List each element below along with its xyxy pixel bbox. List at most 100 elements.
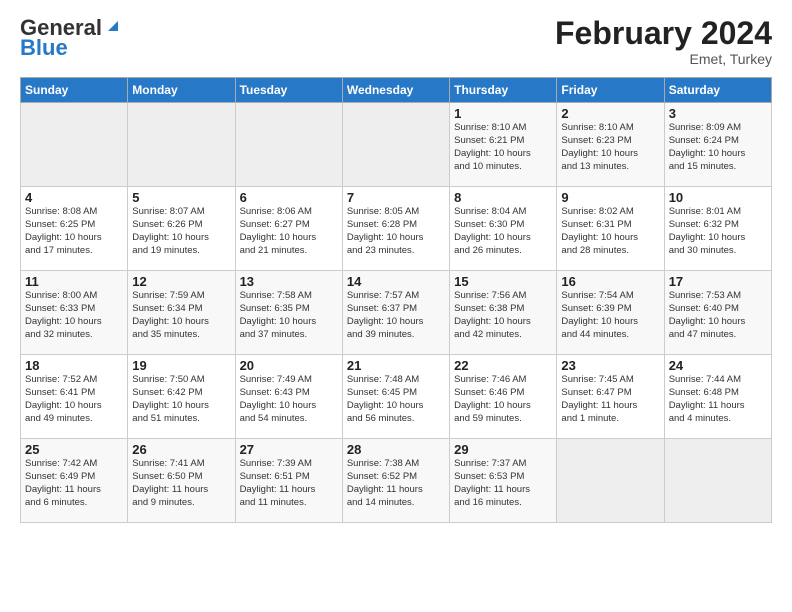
day-number: 20: [240, 358, 338, 373]
calendar-cell: 12Sunrise: 7:59 AM Sunset: 6:34 PM Dayli…: [128, 271, 235, 355]
calendar-cell: 27Sunrise: 7:39 AM Sunset: 6:51 PM Dayli…: [235, 439, 342, 523]
calendar-cell: [664, 439, 771, 523]
month-title: February 2024: [555, 16, 772, 51]
day-info: Sunrise: 8:06 AM Sunset: 6:27 PM Dayligh…: [240, 206, 338, 257]
calendar-cell: 20Sunrise: 7:49 AM Sunset: 6:43 PM Dayli…: [235, 355, 342, 439]
day-info: Sunrise: 7:52 AM Sunset: 6:41 PM Dayligh…: [25, 374, 123, 425]
calendar-cell: 16Sunrise: 7:54 AM Sunset: 6:39 PM Dayli…: [557, 271, 664, 355]
calendar-cell: 13Sunrise: 7:58 AM Sunset: 6:35 PM Dayli…: [235, 271, 342, 355]
calendar-cell: 21Sunrise: 7:48 AM Sunset: 6:45 PM Dayli…: [342, 355, 449, 439]
day-number: 26: [132, 442, 230, 457]
calendar-cell: 3Sunrise: 8:09 AM Sunset: 6:24 PM Daylig…: [664, 103, 771, 187]
calendar-cell: [128, 103, 235, 187]
calendar-cell: 11Sunrise: 8:00 AM Sunset: 6:33 PM Dayli…: [21, 271, 128, 355]
calendar-week-row: 4Sunrise: 8:08 AM Sunset: 6:25 PM Daylig…: [21, 187, 772, 271]
day-number: 14: [347, 274, 445, 289]
day-number: 15: [454, 274, 552, 289]
day-number: 17: [669, 274, 767, 289]
day-info: Sunrise: 7:38 AM Sunset: 6:52 PM Dayligh…: [347, 458, 445, 509]
day-info: Sunrise: 7:48 AM Sunset: 6:45 PM Dayligh…: [347, 374, 445, 425]
calendar-cell: 17Sunrise: 7:53 AM Sunset: 6:40 PM Dayli…: [664, 271, 771, 355]
calendar-cell: 23Sunrise: 7:45 AM Sunset: 6:47 PM Dayli…: [557, 355, 664, 439]
day-info: Sunrise: 8:00 AM Sunset: 6:33 PM Dayligh…: [25, 290, 123, 341]
header: General Blue February 2024 Emet, Turkey: [20, 16, 772, 67]
day-info: Sunrise: 7:42 AM Sunset: 6:49 PM Dayligh…: [25, 458, 123, 509]
weekday-header: Tuesday: [235, 78, 342, 103]
day-number: 5: [132, 190, 230, 205]
calendar-cell: 5Sunrise: 8:07 AM Sunset: 6:26 PM Daylig…: [128, 187, 235, 271]
day-number: 18: [25, 358, 123, 373]
day-number: 21: [347, 358, 445, 373]
day-number: 25: [25, 442, 123, 457]
calendar-cell: 9Sunrise: 8:02 AM Sunset: 6:31 PM Daylig…: [557, 187, 664, 271]
day-number: 8: [454, 190, 552, 205]
calendar-week-row: 18Sunrise: 7:52 AM Sunset: 6:41 PM Dayli…: [21, 355, 772, 439]
day-info: Sunrise: 7:57 AM Sunset: 6:37 PM Dayligh…: [347, 290, 445, 341]
day-number: 19: [132, 358, 230, 373]
day-number: 2: [561, 106, 659, 121]
calendar-cell: 25Sunrise: 7:42 AM Sunset: 6:49 PM Dayli…: [21, 439, 128, 523]
day-info: Sunrise: 8:07 AM Sunset: 6:26 PM Dayligh…: [132, 206, 230, 257]
weekday-header: Saturday: [664, 78, 771, 103]
day-info: Sunrise: 8:10 AM Sunset: 6:23 PM Dayligh…: [561, 122, 659, 173]
calendar-cell: 18Sunrise: 7:52 AM Sunset: 6:41 PM Dayli…: [21, 355, 128, 439]
day-info: Sunrise: 7:41 AM Sunset: 6:50 PM Dayligh…: [132, 458, 230, 509]
day-number: 9: [561, 190, 659, 205]
day-info: Sunrise: 8:10 AM Sunset: 6:21 PM Dayligh…: [454, 122, 552, 173]
day-info: Sunrise: 7:39 AM Sunset: 6:51 PM Dayligh…: [240, 458, 338, 509]
calendar-week-row: 1Sunrise: 8:10 AM Sunset: 6:21 PM Daylig…: [21, 103, 772, 187]
calendar-cell: 26Sunrise: 7:41 AM Sunset: 6:50 PM Dayli…: [128, 439, 235, 523]
day-info: Sunrise: 7:56 AM Sunset: 6:38 PM Dayligh…: [454, 290, 552, 341]
calendar-cell: 8Sunrise: 8:04 AM Sunset: 6:30 PM Daylig…: [450, 187, 557, 271]
day-info: Sunrise: 7:49 AM Sunset: 6:43 PM Dayligh…: [240, 374, 338, 425]
day-info: Sunrise: 8:04 AM Sunset: 6:30 PM Dayligh…: [454, 206, 552, 257]
weekday-header: Friday: [557, 78, 664, 103]
page: General Blue February 2024 Emet, Turkey …: [0, 0, 792, 533]
day-number: 16: [561, 274, 659, 289]
calendar-cell: 24Sunrise: 7:44 AM Sunset: 6:48 PM Dayli…: [664, 355, 771, 439]
day-number: 10: [669, 190, 767, 205]
day-info: Sunrise: 7:37 AM Sunset: 6:53 PM Dayligh…: [454, 458, 552, 509]
day-info: Sunrise: 7:59 AM Sunset: 6:34 PM Dayligh…: [132, 290, 230, 341]
logo-icon: [104, 17, 122, 35]
day-info: Sunrise: 7:54 AM Sunset: 6:39 PM Dayligh…: [561, 290, 659, 341]
day-info: Sunrise: 7:45 AM Sunset: 6:47 PM Dayligh…: [561, 374, 659, 425]
day-number: 13: [240, 274, 338, 289]
day-number: 1: [454, 106, 552, 121]
calendar-cell: [235, 103, 342, 187]
weekday-header: Wednesday: [342, 78, 449, 103]
day-info: Sunrise: 7:46 AM Sunset: 6:46 PM Dayligh…: [454, 374, 552, 425]
title-block: February 2024 Emet, Turkey: [555, 16, 772, 67]
day-number: 23: [561, 358, 659, 373]
day-info: Sunrise: 8:08 AM Sunset: 6:25 PM Dayligh…: [25, 206, 123, 257]
calendar-cell: 6Sunrise: 8:06 AM Sunset: 6:27 PM Daylig…: [235, 187, 342, 271]
day-info: Sunrise: 7:50 AM Sunset: 6:42 PM Dayligh…: [132, 374, 230, 425]
location-subtitle: Emet, Turkey: [555, 51, 772, 67]
weekday-header: Sunday: [21, 78, 128, 103]
calendar-cell: 22Sunrise: 7:46 AM Sunset: 6:46 PM Dayli…: [450, 355, 557, 439]
day-number: 3: [669, 106, 767, 121]
calendar-cell: 29Sunrise: 7:37 AM Sunset: 6:53 PM Dayli…: [450, 439, 557, 523]
calendar-cell: [342, 103, 449, 187]
day-number: 11: [25, 274, 123, 289]
day-info: Sunrise: 8:09 AM Sunset: 6:24 PM Dayligh…: [669, 122, 767, 173]
calendar-header-row: SundayMondayTuesdayWednesdayThursdayFrid…: [21, 78, 772, 103]
day-info: Sunrise: 8:05 AM Sunset: 6:28 PM Dayligh…: [347, 206, 445, 257]
calendar-cell: [557, 439, 664, 523]
calendar-week-row: 11Sunrise: 8:00 AM Sunset: 6:33 PM Dayli…: [21, 271, 772, 355]
day-number: 4: [25, 190, 123, 205]
calendar-cell: 28Sunrise: 7:38 AM Sunset: 6:52 PM Dayli…: [342, 439, 449, 523]
calendar-table: SundayMondayTuesdayWednesdayThursdayFrid…: [20, 77, 772, 523]
calendar-week-row: 25Sunrise: 7:42 AM Sunset: 6:49 PM Dayli…: [21, 439, 772, 523]
day-number: 6: [240, 190, 338, 205]
day-info: Sunrise: 8:01 AM Sunset: 6:32 PM Dayligh…: [669, 206, 767, 257]
day-number: 29: [454, 442, 552, 457]
day-info: Sunrise: 7:58 AM Sunset: 6:35 PM Dayligh…: [240, 290, 338, 341]
calendar-cell: 2Sunrise: 8:10 AM Sunset: 6:23 PM Daylig…: [557, 103, 664, 187]
calendar-cell: 7Sunrise: 8:05 AM Sunset: 6:28 PM Daylig…: [342, 187, 449, 271]
day-info: Sunrise: 7:53 AM Sunset: 6:40 PM Dayligh…: [669, 290, 767, 341]
calendar-cell: 14Sunrise: 7:57 AM Sunset: 6:37 PM Dayli…: [342, 271, 449, 355]
calendar-cell: 15Sunrise: 7:56 AM Sunset: 6:38 PM Dayli…: [450, 271, 557, 355]
day-number: 12: [132, 274, 230, 289]
calendar-cell: [21, 103, 128, 187]
